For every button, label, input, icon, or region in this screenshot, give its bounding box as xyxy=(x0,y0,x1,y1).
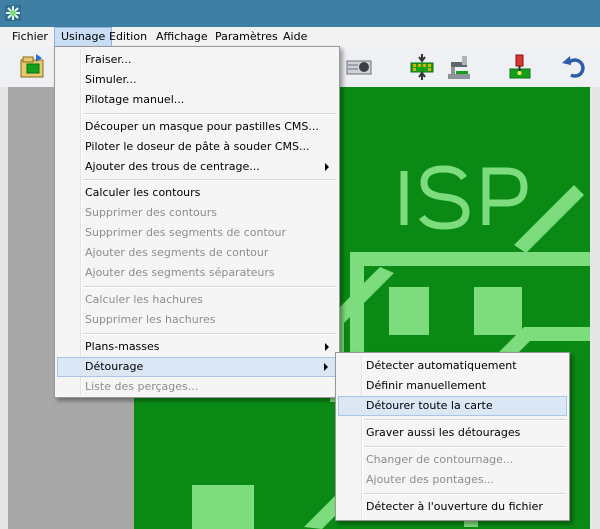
menu-item-supprimer-contours[interactable]: Supprimer des contours xyxy=(57,203,337,223)
menu-item-ajouter-segments[interactable]: Ajouter des segments de contour xyxy=(57,243,337,263)
menu-separator xyxy=(364,493,566,495)
menu-item-ajouter-separateurs[interactable]: Ajouter des segments séparateurs xyxy=(57,263,337,283)
menu-fichier[interactable]: Fichier xyxy=(6,27,54,47)
submenu-item-detourer-carte[interactable]: Détourer toute la carte xyxy=(338,396,567,416)
detourage-submenu: Détecter automatiquement Définir manuell… xyxy=(335,352,570,521)
submenu-arrow-icon xyxy=(324,363,328,371)
submenu-arrow-icon xyxy=(325,163,329,171)
menu-separator xyxy=(83,286,336,288)
scrollbar-area[interactable] xyxy=(590,87,600,529)
submenu-arrow-icon xyxy=(325,343,329,351)
menu-item-simuler[interactable]: Simuler... xyxy=(57,70,337,90)
undo-icon[interactable] xyxy=(559,52,589,82)
app-icon xyxy=(5,5,21,21)
window-edge xyxy=(0,87,8,529)
menu-item-pilotage-manuel[interactable]: Pilotage manuel... xyxy=(57,90,337,110)
usinage-menu: Fraiser... Simuler... Pilotage manuel...… xyxy=(54,46,340,398)
menu-separator xyxy=(364,419,566,421)
menu-aide[interactable]: Aide xyxy=(277,27,313,47)
submenu-item-definir-manuel[interactable]: Définir manuellement xyxy=(338,376,567,396)
menu-item-plans-masses[interactable]: Plans-masses xyxy=(57,337,337,357)
submenu-item-detecter-ouverture[interactable]: Détecter à l'ouverture du fichier xyxy=(338,497,567,517)
menu-bar: Fichier Usinage Edition Affichage Paramè… xyxy=(0,27,600,48)
menu-item-trous-centrage[interactable]: Ajouter des trous de centrage... xyxy=(57,157,337,177)
menu-item-detourage[interactable]: Détourage xyxy=(57,357,337,377)
menu-item-calculer-contours[interactable]: Calculer les contours xyxy=(57,183,337,203)
title-bar xyxy=(0,0,600,27)
menu-item-plans-masses-label: Plans-masses xyxy=(85,340,160,353)
menu-separator xyxy=(83,333,336,335)
menu-affichage[interactable]: Affichage xyxy=(150,27,214,47)
menu-item-decouper-masque[interactable]: Découper un masque pour pastilles CMS... xyxy=(57,117,337,137)
menu-item-supprimer-hachures[interactable]: Supprimer les hachures xyxy=(57,310,337,330)
menu-item-calculer-hachures[interactable]: Calculer les hachures xyxy=(57,290,337,310)
menu-separator xyxy=(83,179,336,181)
menu-item-piloter-doseur[interactable]: Piloter le doseur de pâte à souder CMS..… xyxy=(57,137,337,157)
milling-machine-icon[interactable] xyxy=(444,52,474,82)
menu-parametres[interactable]: Paramètres xyxy=(209,27,284,47)
menu-edition[interactable]: Edition xyxy=(103,27,153,47)
menu-item-trous-centrage-label: Ajouter des trous de centrage... xyxy=(85,160,260,173)
submenu-item-graver-detourages[interactable]: Graver aussi les détourages xyxy=(338,423,567,443)
board-label: ISP xyxy=(396,160,522,242)
menu-separator xyxy=(364,446,566,448)
tool-probe-icon[interactable] xyxy=(344,52,374,82)
submenu-item-changer-contournage[interactable]: Changer de contournage... xyxy=(338,450,567,470)
pcb-drill-icon[interactable] xyxy=(407,52,437,82)
menu-item-fraiser[interactable]: Fraiser... xyxy=(57,50,337,70)
menu-item-detourage-label: Détourage xyxy=(85,360,144,373)
submenu-item-ajouter-pontages[interactable]: Ajouter des pontages... xyxy=(338,470,567,490)
menu-separator xyxy=(83,113,336,115)
submenu-item-detecter-auto[interactable]: Détecter automatiquement xyxy=(338,356,567,376)
open-file-icon[interactable] xyxy=(18,52,48,82)
menu-item-supprimer-segments[interactable]: Supprimer des segments de contour xyxy=(57,223,337,243)
cut-tool-icon[interactable] xyxy=(505,52,535,82)
menu-item-liste-percages[interactable]: Liste des perçages... xyxy=(57,377,337,397)
